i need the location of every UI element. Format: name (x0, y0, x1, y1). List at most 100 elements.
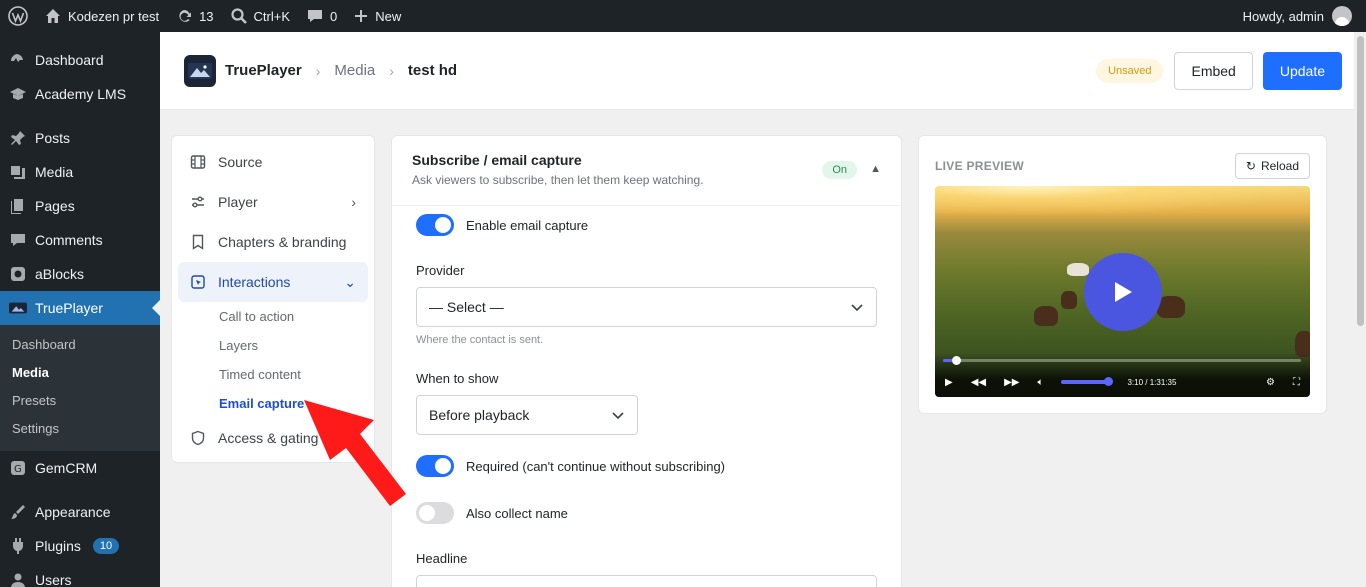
comment-bubble-icon (308, 10, 323, 22)
menu-academy-lms[interactable]: Academy LMS (0, 77, 160, 111)
provider-select[interactable]: — Select — (416, 287, 877, 327)
nav-source[interactable]: Source (178, 142, 368, 182)
panel-subtitle: Ask viewers to subscribe, then let them … (412, 173, 704, 187)
submenu-media[interactable]: Media (0, 359, 160, 387)
search-icon (230, 8, 247, 24)
nav-interactions[interactable]: Interactions ⌄ (178, 262, 368, 302)
embed-button[interactable]: Embed (1174, 51, 1253, 90)
enable-email-capture-toggle[interactable] (416, 214, 454, 236)
brand-name: TruePlayer (225, 62, 302, 79)
wp-admin-menu: Dashboard Academy LMS Posts Media Pages … (0, 32, 160, 587)
trueplayer-header: TruePlayer › Media › test hd Unsaved Emb… (160, 32, 1366, 110)
wordpress-logo-icon[interactable] (0, 0, 36, 32)
video-player[interactable]: ▶ ◀◀ ▶▶ 🔈︎ 3:10 / 1:31:35 ⚙ ⛶ (935, 186, 1310, 397)
required-row: Required (can't continue without subscri… (416, 455, 725, 477)
scrollbar-thumb[interactable] (1357, 36, 1364, 326)
comments-link[interactable]: 0 (298, 0, 345, 32)
collect-name-toggle[interactable] (416, 502, 454, 524)
menu-trueplayer[interactable]: TruePlayer (0, 291, 160, 325)
search-shortcut: Ctrl+K (253, 8, 291, 24)
new-label: New (375, 8, 402, 24)
nav-chapters-branding[interactable]: Chapters & branding (178, 222, 368, 262)
users-icon (9, 571, 27, 587)
menu-media[interactable]: Media (0, 155, 160, 189)
trueplayer-logo-icon (184, 54, 216, 87)
plugins-update-badge: 10 (92, 538, 120, 554)
gear-icon[interactable]: ⚙ (1266, 377, 1275, 388)
big-play-button[interactable] (1084, 253, 1162, 331)
updates-count: 13 (199, 8, 214, 24)
brush-icon (9, 503, 27, 521)
site-name-link[interactable]: Kodezen pr test (36, 0, 167, 32)
email-capture-panel: Subscribe / email capture Ask viewers to… (391, 135, 902, 587)
when-to-show-select[interactable]: Before playback (416, 395, 638, 435)
seek-bar[interactable] (943, 356, 1301, 365)
plugin-icon (9, 537, 27, 555)
menu-comments[interactable]: Comments (0, 223, 160, 257)
search-shortcut-link[interactable]: Ctrl+K (222, 0, 298, 32)
menu-ablocks[interactable]: aBlocks (0, 257, 160, 291)
account-menu[interactable]: Howdy, admin (1243, 6, 1366, 26)
unsaved-badge: Unsaved (1096, 58, 1164, 83)
enable-email-capture-row: Enable email capture (416, 214, 588, 236)
chevron-down-icon (851, 304, 863, 312)
provider-help: Where the contact is sent. (416, 334, 544, 346)
when-to-show-value: Before playback (429, 407, 530, 423)
volume-slider[interactable] (1061, 377, 1114, 386)
interactions-icon (191, 275, 205, 289)
collapse-caret-icon[interactable]: ▲ (870, 163, 881, 175)
fullscreen-icon[interactable]: ⛶ (1293, 377, 1300, 388)
menu-plugins[interactable]: Plugins 10 (0, 529, 160, 563)
ablocks-icon (9, 265, 27, 283)
status-badge: On (822, 161, 857, 179)
avatar (1332, 6, 1352, 26)
submenu-settings[interactable]: Settings (0, 415, 160, 443)
live-preview-panel: LIVE PREVIEW ↻ Reload ▶ ◀◀ ▶▶ 🔈︎ 3:10 / … (918, 135, 1327, 414)
chevron-right-icon: › (315, 62, 321, 79)
menu-gemcrm[interactable]: G GemCRM (0, 451, 160, 485)
trueplayer-icon (9, 299, 27, 317)
menu-users[interactable]: Users (0, 563, 160, 587)
comments-icon (9, 231, 27, 249)
comments-count: 0 (330, 8, 338, 24)
chevron-right-icon: › (351, 194, 356, 210)
volume-icon[interactable]: 🔈︎ (1037, 377, 1043, 388)
play-icon[interactable]: ▶ (945, 377, 953, 388)
page-scrollbar[interactable] (1354, 32, 1366, 587)
menu-pages[interactable]: Pages (0, 189, 160, 223)
collect-name-label: Also collect name (466, 505, 568, 521)
submenu-presets[interactable]: Presets (0, 387, 160, 415)
updates-link[interactable]: 13 (167, 0, 221, 32)
media-icon (9, 163, 27, 181)
nav-player[interactable]: Player › (178, 182, 368, 222)
submenu-dashboard[interactable]: Dashboard (0, 331, 160, 359)
seek-handle[interactable] (952, 356, 961, 365)
menu-dashboard[interactable]: Dashboard (0, 43, 160, 77)
menu-posts[interactable]: Posts (0, 121, 160, 155)
fast-forward-icon[interactable]: ▶▶ (1004, 377, 1019, 388)
video-frame-detail (1067, 263, 1089, 276)
reload-button[interactable]: ↻ Reload (1234, 153, 1310, 179)
time-display: 3:10 / 1:31:35 (1127, 377, 1177, 387)
reload-icon: ↻ (1245, 159, 1256, 173)
dashboard-icon (9, 51, 27, 69)
preview-title: LIVE PREVIEW (935, 159, 1024, 173)
new-content-link[interactable]: New (345, 0, 409, 32)
menu-appearance[interactable]: Appearance (0, 495, 160, 529)
nav-timed-content[interactable]: Timed content (219, 360, 368, 389)
update-button[interactable]: Update (1262, 51, 1342, 90)
breadcrumb-media[interactable]: Media (334, 62, 375, 79)
when-to-show-label: When to show (416, 371, 499, 386)
chevron-down-icon (612, 412, 624, 420)
required-toggle[interactable] (416, 455, 454, 477)
trueplayer-submenu: Dashboard Media Presets Settings (0, 325, 160, 451)
nav-call-to-action[interactable]: Call to action (219, 302, 368, 331)
rewind-icon[interactable]: ◀◀ (971, 377, 986, 388)
refresh-icon (179, 9, 192, 22)
plus-icon (355, 10, 368, 22)
gemcrm-icon: G (9, 459, 27, 477)
nav-layers[interactable]: Layers (219, 331, 368, 360)
panel-header[interactable]: Subscribe / email capture Ask viewers to… (392, 136, 901, 206)
headline-input[interactable] (416, 575, 877, 587)
video-frame-detail (1061, 291, 1077, 309)
